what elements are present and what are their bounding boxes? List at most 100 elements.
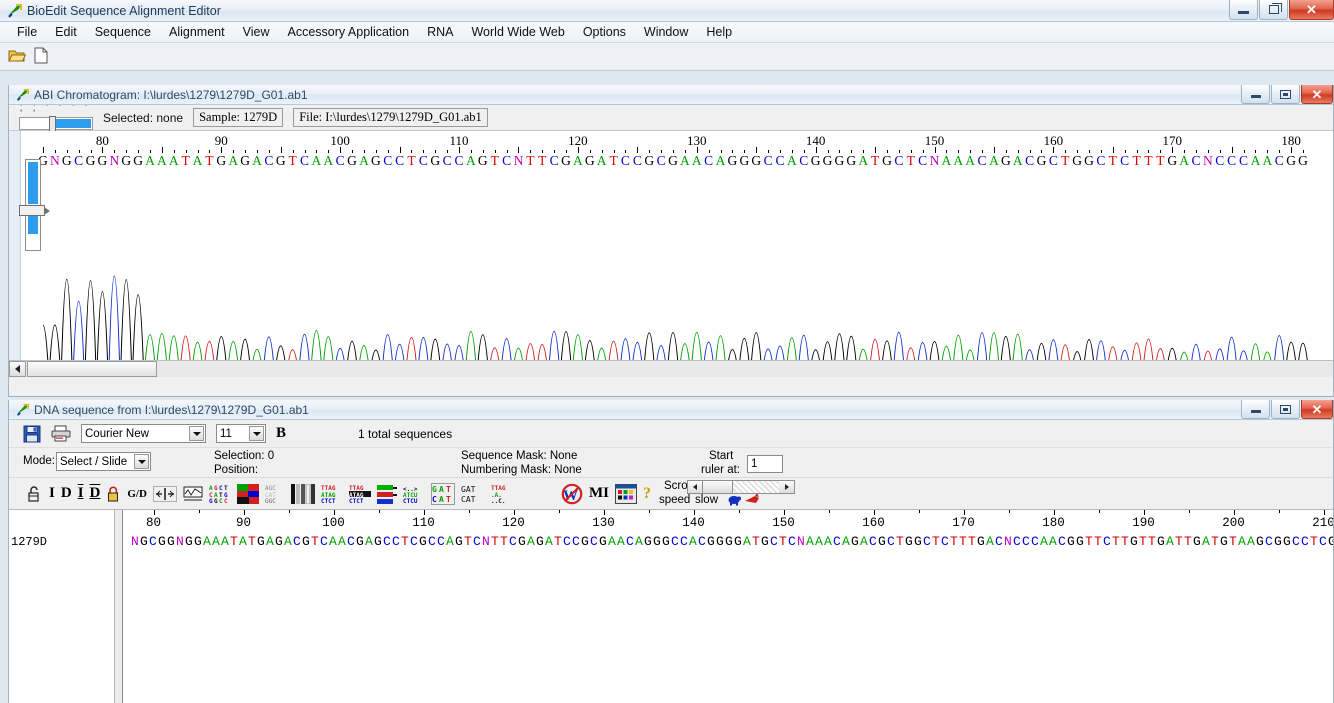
sequence-base[interactable]: C (392, 534, 400, 549)
sequence-base[interactable]: G (257, 534, 265, 549)
sequence-base[interactable]: A (446, 534, 454, 549)
sequence-base[interactable]: T (554, 534, 562, 549)
color-mask-icon[interactable]: TTAG ATAG CTCT (321, 484, 343, 504)
sequence-base[interactable]: C (626, 534, 634, 549)
sequence-base[interactable]: N (482, 534, 490, 549)
scroll-speed-groove[interactable] (733, 481, 779, 493)
sequence-base[interactable]: A (329, 534, 337, 549)
sequence-base[interactable]: G (1220, 534, 1228, 549)
sequence-base[interactable]: C (941, 534, 949, 549)
sequence-base[interactable]: G (725, 534, 733, 549)
sequence-base[interactable]: G (302, 534, 310, 549)
chevron-down-icon[interactable] (189, 426, 204, 441)
menu-item-alignment[interactable]: Alignment (160, 23, 234, 41)
shade-identity-icon[interactable]: AGCT CATG GGCC (209, 484, 231, 504)
graphic-view-icon[interactable] (183, 486, 203, 502)
sequence-base[interactable]: C (698, 534, 706, 549)
sequence-base[interactable]: A (221, 534, 229, 549)
delete-gap-icon[interactable]: D (90, 485, 101, 502)
sequence-base[interactable]: A (1166, 534, 1174, 549)
sequence-base[interactable]: C (149, 534, 157, 549)
sequence-base[interactable]: T (1175, 534, 1183, 549)
sequence-base[interactable]: G (653, 534, 661, 549)
sequence-base[interactable]: G (158, 534, 166, 549)
sequence-base[interactable]: C (320, 534, 328, 549)
sequence-base[interactable]: G (194, 534, 202, 549)
sequence-base[interactable]: G (140, 534, 148, 549)
close-button[interactable]: ✕ (1289, 0, 1334, 20)
menu-item-rna[interactable]: RNA (418, 23, 462, 41)
menu-item-options[interactable]: Options (574, 23, 635, 41)
insert-gap-icon[interactable]: I (78, 485, 84, 502)
sequence-base[interactable]: G (455, 534, 463, 549)
sequence-base[interactable]: T (311, 534, 319, 549)
sequence-base[interactable]: C (410, 534, 418, 549)
sequence-base[interactable]: T (1211, 534, 1219, 549)
mode-select[interactable]: Select / Slide (56, 452, 151, 471)
scroll-left-button[interactable] (9, 361, 26, 377)
new-document-icon[interactable] (34, 47, 48, 67)
sequence-base[interactable]: T (779, 534, 787, 549)
sequence-base[interactable]: N (1004, 534, 1012, 549)
sequence-base[interactable]: G (878, 534, 886, 549)
sequence-base[interactable]: T (401, 534, 409, 549)
sequence-base[interactable]: C (347, 534, 355, 549)
sequence-base[interactable]: T (1148, 534, 1156, 549)
sequence-base[interactable]: A (635, 534, 643, 549)
sequence-base[interactable]: G (1067, 534, 1075, 549)
zoom-slider-track[interactable] (19, 116, 93, 133)
minimize-button[interactable] (1229, 0, 1258, 20)
save-disk-icon[interactable] (23, 425, 41, 443)
sequence-base[interactable]: C (572, 534, 580, 549)
sequence-base[interactable]: T (1310, 534, 1318, 549)
sequence-base[interactable]: A (1238, 534, 1246, 549)
chevron-down-icon[interactable] (249, 426, 264, 441)
highlight-mask-icon[interactable]: TTAG ATAG CTCT (348, 484, 371, 504)
menu-item-accessory-application[interactable]: Accessory Application (278, 23, 418, 41)
scroll-speed-thumb[interactable] (703, 481, 733, 493)
sequence-base[interactable]: C (590, 534, 598, 549)
sequence-base[interactable]: C (428, 534, 436, 549)
sequence-base[interactable]: G (977, 534, 985, 549)
sequence-base[interactable]: A (743, 534, 751, 549)
start-ruler-input[interactable]: 1 (747, 455, 783, 473)
sequence-base[interactable]: T (1184, 534, 1192, 549)
sequence-base[interactable]: G (356, 534, 364, 549)
translate-dna-icon[interactable]: TTAG .A. ..C. (491, 484, 513, 504)
sequence-base[interactable]: A (284, 534, 292, 549)
menu-item-edit[interactable]: Edit (46, 23, 86, 41)
bold-button[interactable]: B (276, 425, 286, 442)
sequence-base[interactable]: C (1103, 534, 1111, 549)
insert-mode-icon[interactable]: I (49, 485, 55, 502)
sequence-base[interactable]: C (473, 534, 481, 549)
sequence-base[interactable]: G (662, 534, 670, 549)
sequence-base[interactable]: C (833, 534, 841, 549)
sequence-base[interactable]: T (230, 534, 238, 549)
sequence-base[interactable]: G (1283, 534, 1291, 549)
sequence-base[interactable]: T (1229, 534, 1237, 549)
gap-to-dash-icon[interactable]: G/D (127, 488, 147, 500)
sequence-base[interactable]: T (896, 534, 904, 549)
sequence-base[interactable]: T (491, 534, 499, 549)
sequence-alignment-pane[interactable]: 80 90 100 110 120 130 140 150 160 170 180 190 200 210… (128, 510, 1333, 703)
sequence-base[interactable]: C (1031, 534, 1039, 549)
sequence-base[interactable]: A (266, 534, 274, 549)
sequence-base[interactable]: G (761, 534, 769, 549)
sequence-base[interactable]: A (212, 534, 220, 549)
sequence-bases-row[interactable]: NGCGGNGGAAATATGAGACGTCAACGAGCCTCGCCAGTCN… (128, 534, 1333, 554)
shade-similarity-icon[interactable] (236, 483, 259, 504)
sequence-base[interactable]: G (167, 534, 175, 549)
chromatogram-close-button[interactable]: ✕ (1301, 85, 1333, 104)
sequence-base[interactable]: G (185, 534, 193, 549)
sequence-base[interactable]: C (869, 534, 877, 549)
sequence-base[interactable]: G (419, 534, 427, 549)
sequence-base[interactable]: C (788, 534, 796, 549)
scroll-thumb[interactable] (27, 361, 157, 377)
sequence-base[interactable]: C (509, 534, 517, 549)
sequence-base[interactable]: N (797, 534, 805, 549)
sequence-base[interactable]: A (806, 534, 814, 549)
sequence-base[interactable]: C (437, 534, 445, 549)
menu-item-view[interactable]: View (234, 23, 279, 41)
sequence-base[interactable]: T (248, 534, 256, 549)
chromatogram-horizontal-scrollbar[interactable] (9, 360, 1333, 377)
